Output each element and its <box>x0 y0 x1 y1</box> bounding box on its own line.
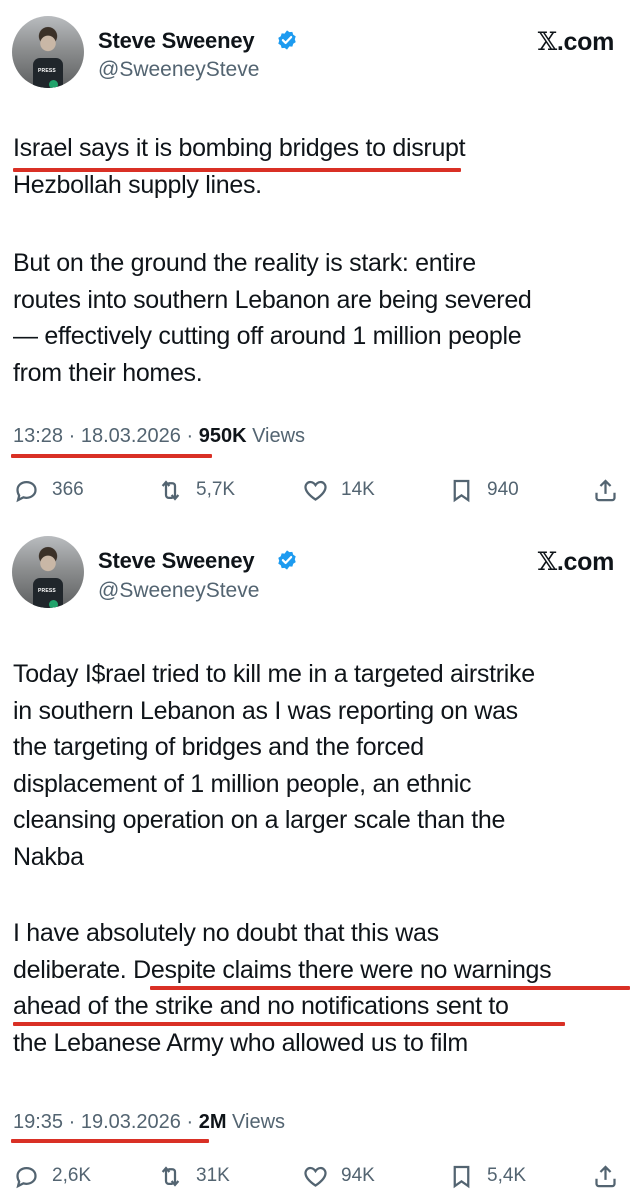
views-label: Views <box>246 425 306 447</box>
like-button[interactable]: 94K <box>302 1156 375 1196</box>
author-name[interactable]: Steve Sweeney <box>98 548 255 574</box>
share-button[interactable] <box>592 470 619 510</box>
bookmark-count: 5,4K <box>487 1165 527 1186</box>
highlight-underline <box>13 168 461 172</box>
repost-count: 5,7K <box>196 479 236 500</box>
tweet-meta: 13:28 · 18.03.2026 · 950K Views <box>13 425 305 448</box>
repost-icon <box>161 479 180 501</box>
share-icon <box>595 1164 616 1187</box>
highlight-underline <box>150 986 630 990</box>
repost-count: 31K <box>196 1165 230 1186</box>
tweet-meta: 19:35 · 19.03.2026 · 2M Views <box>13 1111 285 1134</box>
x-logo-icon: 𝕏 <box>537 547 557 576</box>
highlight-underline <box>11 1139 209 1143</box>
bookmark-button[interactable]: 5,4K <box>448 1156 526 1196</box>
heart-icon <box>304 480 327 501</box>
author-handle[interactable]: @SweeneySteve <box>98 58 259 82</box>
x-com-logo: 𝕏.com <box>537 547 615 577</box>
bookmark-count: 940 <box>487 479 519 500</box>
reply-icon <box>16 480 37 502</box>
avatar[interactable]: PRESS <box>12 16 84 88</box>
bookmark-icon <box>453 1165 470 1188</box>
highlight-underline <box>13 1022 565 1026</box>
press-badge: PRESS <box>38 68 56 74</box>
press-badge: PRESS <box>38 588 56 594</box>
share-icon <box>595 478 616 501</box>
repost-button[interactable]: 5,7K <box>157 470 235 510</box>
reply-button[interactable]: 366 <box>13 470 84 510</box>
repost-icon <box>161 1165 180 1187</box>
author-handle[interactable]: @SweeneySteve <box>98 579 259 603</box>
bookmark-icon <box>453 479 470 502</box>
microphone-icon <box>49 600 58 608</box>
like-count: 94K <box>341 1165 375 1186</box>
reply-count: 366 <box>52 479 84 500</box>
microphone-icon <box>49 80 58 88</box>
timestamp[interactable]: 19:35 · 19.03.2026 · <box>13 1111 199 1133</box>
x-logo-icon: 𝕏 <box>537 27 557 56</box>
like-button[interactable]: 14K <box>302 470 375 510</box>
author-name[interactable]: Steve Sweeney <box>98 28 255 54</box>
verified-badge-icon <box>278 30 296 50</box>
brand-suffix: .com <box>556 28 614 56</box>
heart-icon <box>304 1166 327 1187</box>
tweet-card[interactable]: PRESS Steve Sweeney @SweeneySteve 𝕏.com … <box>0 520 639 1200</box>
tweet-text-paragraph: But on the ground the reality is stark: … <box>13 249 532 387</box>
share-button[interactable] <box>592 1156 619 1196</box>
highlight-underline <box>11 454 212 458</box>
views-count: 950K <box>198 425 247 447</box>
reply-button[interactable]: 2,6K <box>13 1156 91 1196</box>
views-count: 2M <box>198 1111 227 1133</box>
x-com-logo: 𝕏.com <box>537 27 615 57</box>
reply-icon <box>16 1166 37 1188</box>
tweet-text-paragraph: Israel says it is bombing bridges to dis… <box>13 134 466 199</box>
views-label: Views <box>226 1111 286 1133</box>
reply-count: 2,6K <box>52 1165 92 1186</box>
verified-badge-icon <box>278 550 296 570</box>
tweet-actions: 2,6K 31K 94K 5,4K <box>0 1156 639 1196</box>
tweet-text-paragraph: Today I$rael tried to kill me in a targe… <box>13 660 535 871</box>
brand-suffix: .com <box>556 548 614 576</box>
timestamp[interactable]: 13:28 · 18.03.2026 · <box>13 425 199 447</box>
like-count: 14K <box>341 479 375 500</box>
tweet-card[interactable]: PRESS Steve Sweeney @SweeneySteve 𝕏.com … <box>0 0 639 520</box>
bookmark-button[interactable]: 940 <box>448 470 519 510</box>
repost-button[interactable]: 31K <box>157 1156 230 1196</box>
avatar[interactable]: PRESS <box>12 536 84 608</box>
tweet-actions: 366 5,7K 14K 940 <box>0 470 639 510</box>
